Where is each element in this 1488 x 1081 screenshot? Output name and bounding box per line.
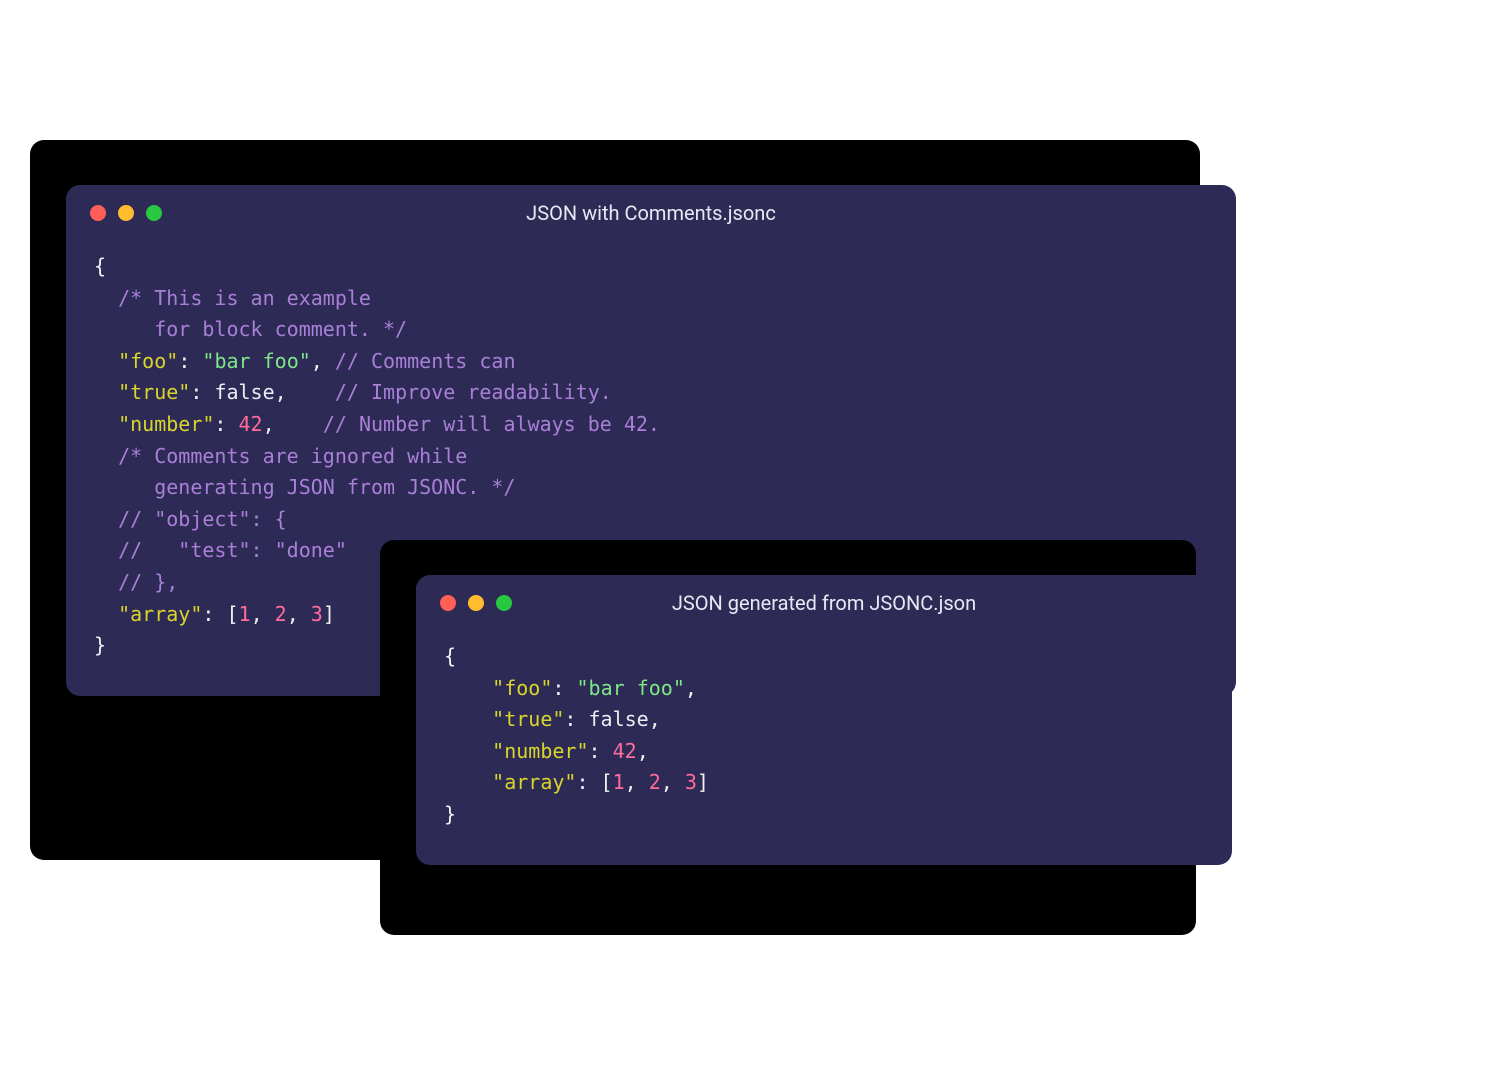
code-token-bool: false xyxy=(589,707,649,731)
code-token-comment: // "test": "done" xyxy=(118,538,347,562)
code-token-bool: false xyxy=(214,380,274,404)
code-token-pad xyxy=(94,444,118,468)
code-line: { xyxy=(94,251,1208,283)
code-token-punc: , xyxy=(275,380,335,404)
code-token-punc: , xyxy=(251,602,275,626)
code-token-number: 1 xyxy=(613,770,625,794)
code-token-punc: , xyxy=(649,707,661,731)
code-token-number: 1 xyxy=(239,602,251,626)
code-token-comment: /* This is an example xyxy=(118,286,371,310)
code-line: // "object": { xyxy=(94,504,1208,536)
code-token-punc: } xyxy=(444,802,456,826)
code-token-punc: , xyxy=(263,412,323,436)
code-token-punc: { xyxy=(444,644,456,668)
code-token-comment: for block comment. */ xyxy=(154,317,407,341)
code-line: "true": false, xyxy=(444,704,1204,736)
code-window-json: JSON generated from JSONC.json { "foo": … xyxy=(416,575,1232,865)
code-token-comment: generating JSON from JSONC. */ xyxy=(154,475,515,499)
code-token-punc: } xyxy=(94,633,106,657)
code-token-number: 3 xyxy=(311,602,323,626)
code-token-number: 3 xyxy=(685,770,697,794)
code-token-number: 2 xyxy=(275,602,287,626)
code-token-pad xyxy=(94,570,118,594)
code-line: "number": 42, // Number will always be 4… xyxy=(94,409,1208,441)
code-token-pad xyxy=(94,380,118,404)
minimize-icon[interactable] xyxy=(118,205,134,221)
code-token-pad xyxy=(94,475,154,499)
code-token-punc: : xyxy=(564,707,588,731)
code-token-comment: // Comments can xyxy=(335,349,516,373)
code-token-comment: // Improve readability. xyxy=(335,380,612,404)
code-line: "foo": "bar foo", xyxy=(444,673,1204,705)
code-token-punc: : [ xyxy=(576,770,612,794)
code-line: "true": false, // Improve readability. xyxy=(94,377,1208,409)
code-token-punc: : xyxy=(214,412,238,436)
code-token-punc: , xyxy=(311,349,335,373)
titlebar: JSON generated from JSONC.json xyxy=(416,575,1232,631)
code-line: } xyxy=(444,799,1204,831)
code-token-string: "bar foo" xyxy=(576,676,684,700)
code-token-comment: // Number will always be 42. xyxy=(323,412,660,436)
code-token-punc: : [ xyxy=(202,602,238,626)
minimize-icon[interactable] xyxy=(468,595,484,611)
code-token-key: "foo" xyxy=(118,349,178,373)
code-token-pad xyxy=(94,602,118,626)
code-token-punc: ] xyxy=(697,770,709,794)
code-token-comment: // }, xyxy=(118,570,178,594)
code-line: for block comment. */ xyxy=(94,314,1208,346)
code-token-pad xyxy=(94,286,118,310)
zoom-icon[interactable] xyxy=(496,595,512,611)
code-line: "foo": "bar foo", // Comments can xyxy=(94,346,1208,378)
traffic-lights xyxy=(440,595,512,611)
traffic-lights xyxy=(90,205,162,221)
code-token-string: "bar foo" xyxy=(202,349,310,373)
code-token-key: "number" xyxy=(118,412,214,436)
code-line: "number": 42, xyxy=(444,736,1204,768)
close-icon[interactable] xyxy=(90,205,106,221)
code-token-comment: // "object": { xyxy=(118,507,287,531)
code-token-punc: : xyxy=(589,739,613,763)
code-block-json: { "foo": "bar foo", "true": false, "numb… xyxy=(416,631,1232,865)
code-line: /* Comments are ignored while xyxy=(94,441,1208,473)
code-token-punc: , xyxy=(637,739,649,763)
code-line: /* This is an example xyxy=(94,283,1208,315)
code-token-pad xyxy=(444,676,492,700)
code-token-key: "true" xyxy=(492,707,564,731)
code-token-punc: , xyxy=(685,676,697,700)
titlebar: JSON with Comments.jsonc xyxy=(66,185,1236,241)
code-token-pad xyxy=(444,707,492,731)
code-token-pad xyxy=(94,538,118,562)
code-token-key: "true" xyxy=(118,380,190,404)
code-line: "array": [1, 2, 3] xyxy=(444,767,1204,799)
code-token-number: 42 xyxy=(239,412,263,436)
code-token-pad xyxy=(94,412,118,436)
code-token-punc: { xyxy=(94,254,106,278)
code-token-key: "array" xyxy=(118,602,202,626)
zoom-icon[interactable] xyxy=(146,205,162,221)
code-token-punc: , xyxy=(661,770,685,794)
window-title: JSON generated from JSONC.json xyxy=(416,591,1232,615)
code-token-punc: , xyxy=(287,602,311,626)
code-token-punc: : xyxy=(178,349,202,373)
code-token-pad xyxy=(94,317,154,341)
code-token-pad xyxy=(94,507,118,531)
code-token-key: "number" xyxy=(492,739,588,763)
code-token-key: "array" xyxy=(492,770,576,794)
code-token-punc: ] xyxy=(323,602,335,626)
code-token-comment: /* Comments are ignored while xyxy=(118,444,467,468)
code-token-punc: , xyxy=(625,770,649,794)
code-token-key: "foo" xyxy=(492,676,552,700)
window-title: JSON with Comments.jsonc xyxy=(66,201,1236,225)
code-token-pad xyxy=(94,349,118,373)
code-line: generating JSON from JSONC. */ xyxy=(94,472,1208,504)
code-token-punc: : xyxy=(190,380,214,404)
code-token-pad xyxy=(444,770,492,794)
code-line: { xyxy=(444,641,1204,673)
code-token-number: 2 xyxy=(649,770,661,794)
code-token-pad xyxy=(444,739,492,763)
code-token-number: 42 xyxy=(613,739,637,763)
close-icon[interactable] xyxy=(440,595,456,611)
code-token-punc: : xyxy=(552,676,576,700)
